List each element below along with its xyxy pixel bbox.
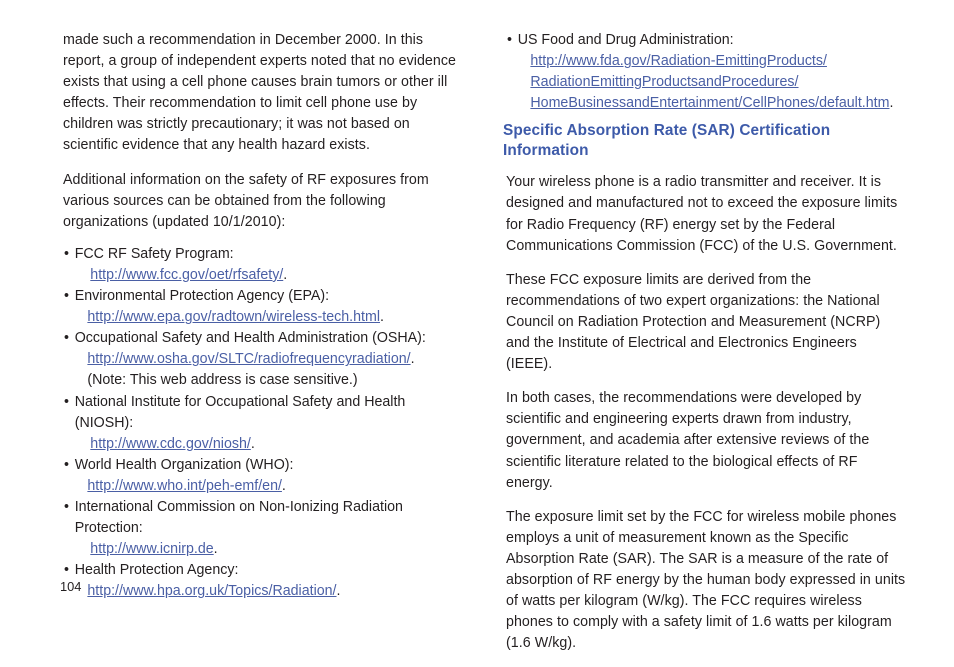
list-item: • International Commission on Non-Ionizi…: [63, 497, 463, 560]
link-who-peh-emf[interactable]: http://www.who.int/peh-emf/en/: [87, 478, 282, 494]
fda-list: • US Food and Drug Administration: http:…: [506, 30, 906, 114]
section-heading-sar-certification: Specific Absorption Rate (SAR) Certifica…: [503, 122, 831, 159]
link-fda-line-3[interactable]: HomeBusinessandEntertainment/CellPhones/…: [530, 95, 889, 111]
page-number: 104: [60, 579, 82, 594]
list-item-url-line: RadiationEmittingProductsandProcedures/: [518, 72, 906, 93]
list-item-url-line: http://www.epa.gov/radtown/wireless-tech…: [75, 307, 463, 328]
right-column: • US Food and Drug Administration: http:…: [503, 30, 906, 667]
list-item: • FCC RF Safety Program: http://www.fcc.…: [63, 244, 463, 286]
sentence-period: .: [281, 477, 286, 494]
link-epa-radtown[interactable]: http://www.epa.gov/radtown/wireless-tech…: [87, 309, 380, 325]
sentence-period: .: [283, 266, 288, 283]
list-item: • US Food and Drug Administration: http:…: [506, 30, 906, 114]
list-item-label: Health Protection Agency:: [74, 562, 239, 579]
link-fcc-rfsafety[interactable]: http://www.fcc.gov/oet/rfsafety/: [90, 267, 283, 283]
left-column: made such a recommendation in December 2…: [63, 30, 463, 602]
list-item: • Health Protection Agency: http://www.h…: [63, 560, 463, 602]
list-item-url-line: http://www.cdc.gov/niosh/.: [75, 434, 463, 455]
sentence-period: .: [379, 309, 384, 326]
bullet-marker-icon: •: [63, 330, 69, 347]
paragraph-wireless-phone-transmitter: Your wireless phone is a radio transmitt…: [506, 174, 898, 254]
list-item-label: FCC RF Safety Program:: [74, 245, 234, 262]
link-osha-radiofrequency[interactable]: http://www.osha.gov/SLTC/radiofrequencyr…: [87, 351, 410, 367]
paragraph-continued-recommendation: made such a recommendation in December 2…: [63, 32, 456, 154]
link-icnirp[interactable]: http://www.icnirp.de: [90, 541, 213, 557]
list-item-label: US Food and Drug Administration:: [517, 32, 734, 48]
list-item-url-line: http://www.hpa.org.uk/Topics/Radiation/.: [75, 581, 463, 602]
list-item: • Occupational Safety and Health Adminis…: [63, 328, 463, 391]
bullet-marker-icon: •: [63, 498, 69, 515]
list-item-url-line: http://www.who.int/peh-emf/en/.: [75, 476, 463, 497]
sentence-period: .: [336, 583, 341, 600]
bullet-marker-icon: •: [63, 288, 69, 305]
sentence-period: .: [889, 95, 894, 112]
list-item: • Environmental Protection Agency (EPA):…: [63, 286, 463, 328]
list-item: • World Health Organization (WHO): http:…: [63, 455, 463, 497]
list-item-url-line: http://www.fcc.gov/oet/rfsafety/.: [75, 265, 463, 286]
bullet-marker-icon: •: [63, 245, 69, 262]
list-item-label: World Health Organization (WHO):: [74, 456, 294, 473]
list-item-url-line: http://www.fda.gov/Radiation-EmittingPro…: [518, 51, 906, 72]
list-item-label: Occupational Safety and Health Administr…: [74, 330, 426, 347]
paragraph-additional-information: Additional information on the safety of …: [63, 171, 429, 230]
bullet-marker-icon: •: [63, 456, 69, 473]
link-hpa-topics-radiation[interactable]: http://www.hpa.org.uk/Topics/Radiation/: [87, 583, 336, 599]
list-item-label: International Commission on Non-Ionizing…: [74, 498, 403, 537]
sentence-period: .: [410, 351, 415, 368]
organizations-list: • FCC RF Safety Program: http://www.fcc.…: [63, 244, 463, 603]
bullet-marker-icon: •: [506, 32, 512, 48]
paragraph-fcc-exposure-limits: These FCC exposure limits are derived fr…: [506, 271, 881, 373]
sentence-period: .: [250, 435, 255, 452]
list-item-url-line: http://www.icnirp.de.: [75, 539, 463, 560]
list-item-url-line: HomeBusinessandEntertainment/CellPhones/…: [518, 93, 906, 114]
sentence-period: .: [213, 541, 218, 558]
paragraph-exposure-limit-sar: The exposure limit set by the FCC for wi…: [506, 508, 906, 652]
list-item-url-line: http://www.osha.gov/SLTC/radiofrequencyr…: [75, 349, 463, 370]
link-fda-line-1[interactable]: http://www.fda.gov/Radiation-EmittingPro…: [530, 53, 827, 69]
case-sensitive-note: (Note: This web address is case sensitiv…: [87, 372, 358, 389]
document-page: made such a recommendation in December 2…: [0, 0, 954, 651]
link-cdc-niosh[interactable]: http://www.cdc.gov/niosh/: [90, 436, 251, 452]
list-item-label: National Institute for Occupational Safe…: [74, 393, 406, 431]
paragraph-recommendations-developed: In both cases, the recommendations were …: [506, 390, 870, 491]
link-fda-line-2[interactable]: RadiationEmittingProductsandProcedures/: [530, 74, 798, 90]
list-item: • National Institute for Occupational Sa…: [63, 392, 463, 455]
list-item-label: Environmental Protection Agency (EPA):: [74, 288, 330, 305]
bullet-marker-icon: •: [63, 393, 69, 410]
